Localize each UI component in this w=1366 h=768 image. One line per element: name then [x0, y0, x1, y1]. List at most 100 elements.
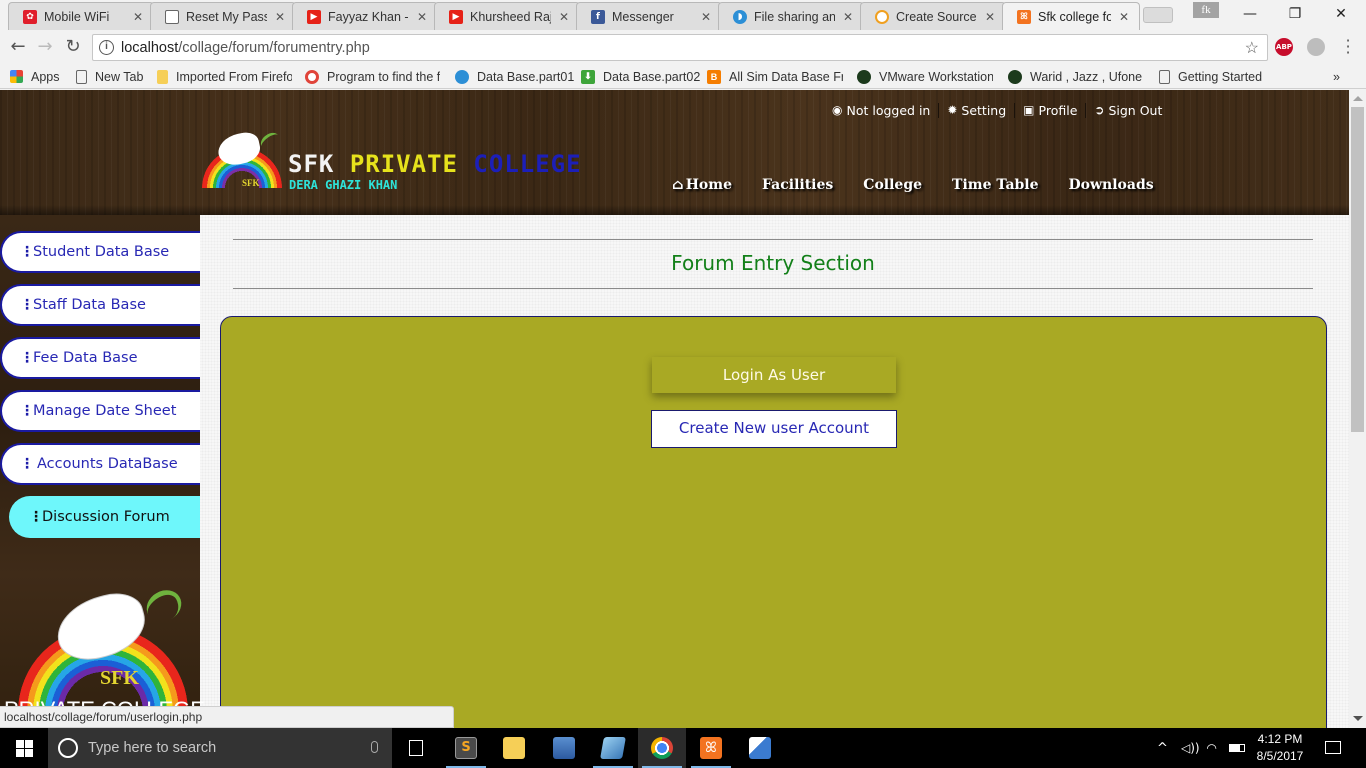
tab-create-source[interactable]: Create Source C ✕ — [860, 2, 1006, 30]
minimize-button[interactable]: — — [1227, 4, 1273, 24]
sign-out-icon: ➲ — [1094, 103, 1105, 117]
extension-icon[interactable] — [1307, 38, 1325, 56]
close-tab-icon[interactable]: ✕ — [273, 10, 287, 24]
chrome-icon[interactable] — [638, 728, 686, 768]
close-tab-icon[interactable]: ✕ — [415, 10, 429, 24]
taskbar-search[interactable]: Type here to search — [48, 728, 392, 768]
bookmark-new-tab[interactable]: New Tab — [76, 67, 143, 86]
nav-downloads[interactable]: Downloads — [1069, 175, 1154, 195]
scroll-down-icon[interactable] — [1353, 716, 1363, 721]
close-tab-icon[interactable]: ✕ — [841, 10, 855, 24]
kebab-icon: ⋮ — [20, 456, 34, 472]
close-tab-icon[interactable]: ✕ — [557, 10, 571, 24]
sidebar: ⋮ Student Data Base ⋮ Staff Data Base ⋮ … — [0, 215, 205, 728]
close-tab-icon[interactable]: ✕ — [699, 10, 713, 24]
sidebar-item-fee-database[interactable]: ⋮ Fee Data Base — [0, 337, 200, 379]
tab-messenger[interactable]: f Messenger ✕ — [576, 2, 722, 30]
xampp-icon[interactable]: ꕤ — [687, 728, 735, 768]
page-title: Forum Entry Section — [671, 251, 875, 275]
bookmark-database-part02[interactable]: ⬇ Data Base.part02 — [581, 67, 700, 86]
tab-label: Khursheed Rajp — [470, 9, 551, 24]
nav-time-table[interactable]: Time Table — [952, 175, 1039, 195]
sign-out-link[interactable]: ➲ Sign Out — [1094, 103, 1162, 118]
tab-file-sharing[interactable]: ◗ File sharing and ✕ — [718, 2, 864, 30]
setting-link[interactable]: ✹ Setting — [947, 103, 1006, 118]
tab-fayyaz-khan[interactable]: ▶ Fayyaz Khan - Y ✕ — [292, 2, 438, 30]
profile-chip[interactable]: fk — [1193, 2, 1219, 18]
bookmark-program-find[interactable]: Program to find the f — [305, 67, 440, 86]
microphone-icon[interactable] — [371, 741, 378, 753]
not-logged-in-link[interactable]: ◉ Not logged in — [832, 103, 930, 118]
page-icon — [165, 9, 179, 24]
file-explorer-icon[interactable] — [490, 728, 538, 768]
bookmark-apps[interactable]: Apps — [10, 67, 60, 86]
bookmark-star-icon[interactable]: ☆ — [1245, 38, 1259, 58]
cloud-icon — [455, 69, 469, 84]
clock-date: 8/5/2017 — [1256, 749, 1304, 763]
scroll-thumb[interactable] — [1351, 107, 1364, 432]
bookmark-database-part01[interactable]: Data Base.part01 — [455, 67, 574, 86]
nav-home[interactable]: ⌂ Home — [672, 175, 732, 195]
close-tab-icon[interactable]: ✕ — [983, 10, 997, 24]
link-label: Not logged in — [846, 102, 931, 118]
profile-card-icon: ▣ — [1023, 103, 1035, 117]
sidebar-item-manage-date-sheet[interactable]: ⋮ Manage Date Sheet — [0, 390, 200, 432]
back-arrow-icon[interactable]: ← — [7, 36, 29, 58]
reload-icon[interactable]: ↻ — [62, 36, 84, 58]
sidebar-item-label: Fee Data Base — [33, 350, 138, 366]
start-button[interactable] — [0, 728, 48, 768]
page-icon — [1159, 69, 1170, 84]
bookmark-label: Imported From Firefo — [176, 69, 292, 84]
tab-sfk-college-forum[interactable]: ꕤ Sfk college foru ✕ — [1002, 2, 1140, 30]
restore-button[interactable]: ❐ — [1272, 4, 1318, 24]
sidebar-item-student-database[interactable]: ⋮ Student Data Base — [0, 231, 200, 273]
page-scrollbar[interactable] — [1349, 90, 1366, 728]
adblock-icon[interactable]: ABP — [1275, 38, 1293, 56]
bookmark-getting-started[interactable]: Getting Started — [1159, 67, 1262, 86]
task-view-icon[interactable] — [392, 728, 440, 768]
volume-icon[interactable]: ◁)) — [1181, 728, 1200, 768]
blogger-icon: B — [707, 69, 721, 84]
target-icon — [305, 69, 319, 84]
sidebar-item-staff-database[interactable]: ⋮ Staff Data Base — [0, 284, 200, 326]
close-tab-icon[interactable]: ✕ — [131, 10, 145, 24]
profile-link[interactable]: ▣ Profile — [1023, 103, 1077, 118]
new-tab-button[interactable] — [1143, 7, 1173, 23]
bookmark-imported-firefox[interactable]: Imported From Firefo — [157, 67, 292, 86]
create-account-button[interactable]: Create New user Account — [651, 410, 897, 448]
tray-chevron-icon[interactable]: ^ — [1157, 728, 1168, 768]
sublime-text-icon[interactable]: S — [442, 728, 490, 768]
visual-studio-icon[interactable] — [736, 728, 784, 768]
close-tab-icon[interactable]: ✕ — [1117, 10, 1131, 24]
nav-college[interactable]: College — [863, 175, 922, 195]
login-as-user-button[interactable]: Login As User — [652, 357, 896, 393]
site-logo[interactable]: SFK SFK PRIVATE COLLEGE DERA GHAZI KHAN — [202, 129, 592, 196]
sidebar-item-accounts-database[interactable]: ⋮ Accounts DataBase — [0, 443, 200, 485]
bookmark-warid-jazz[interactable]: Warid , Jazz , Ufone , — [1008, 67, 1144, 86]
wifi-icon[interactable]: ◜◝ — [1207, 728, 1216, 768]
chrome-menu-icon[interactable]: · · · — [1343, 33, 1353, 61]
tab-mobile-wifi[interactable]: ✿ Mobile WiFi ✕ — [8, 2, 154, 30]
address-bar[interactable]: i localhost/collage/forum/forumentry.php… — [92, 34, 1268, 61]
action-center-icon[interactable] — [1325, 741, 1341, 754]
sidebar-item-label: Staff Data Base — [33, 297, 146, 313]
notepad-icon[interactable] — [589, 728, 637, 768]
bookmarks-bar: Apps New Tab Imported From Firefo Progra… — [0, 64, 1366, 89]
nav-facilities[interactable]: Facilities — [762, 175, 833, 195]
forward-arrow-icon[interactable]: → — [34, 36, 56, 58]
clock[interactable]: 4:12 PM 8/5/2017 — [1250, 731, 1310, 765]
tab-khursheed[interactable]: ▶ Khursheed Rajp ✕ — [434, 2, 580, 30]
info-icon[interactable]: i — [99, 40, 114, 55]
bookmark-all-sim[interactable]: B All Sim Data Base Fre — [707, 67, 843, 86]
sidebar-item-discussion-forum[interactable]: ⋮ Discussion Forum — [9, 496, 200, 538]
scroll-up-icon[interactable] — [1353, 96, 1363, 101]
battery-icon[interactable] — [1229, 728, 1245, 768]
divider — [938, 102, 940, 118]
tab-reset-password[interactable]: Reset My Passw ✕ — [150, 2, 296, 30]
youtube-icon: ▶ — [307, 9, 321, 24]
bookmark-vmware[interactable]: VMware Workstation — [857, 67, 993, 86]
close-window-button[interactable]: ✕ — [1318, 4, 1364, 24]
bookmarks-overflow-button[interactable]: » — [1333, 67, 1340, 86]
sublime-glyph: S — [455, 737, 477, 759]
network-computer-icon[interactable] — [540, 728, 588, 768]
